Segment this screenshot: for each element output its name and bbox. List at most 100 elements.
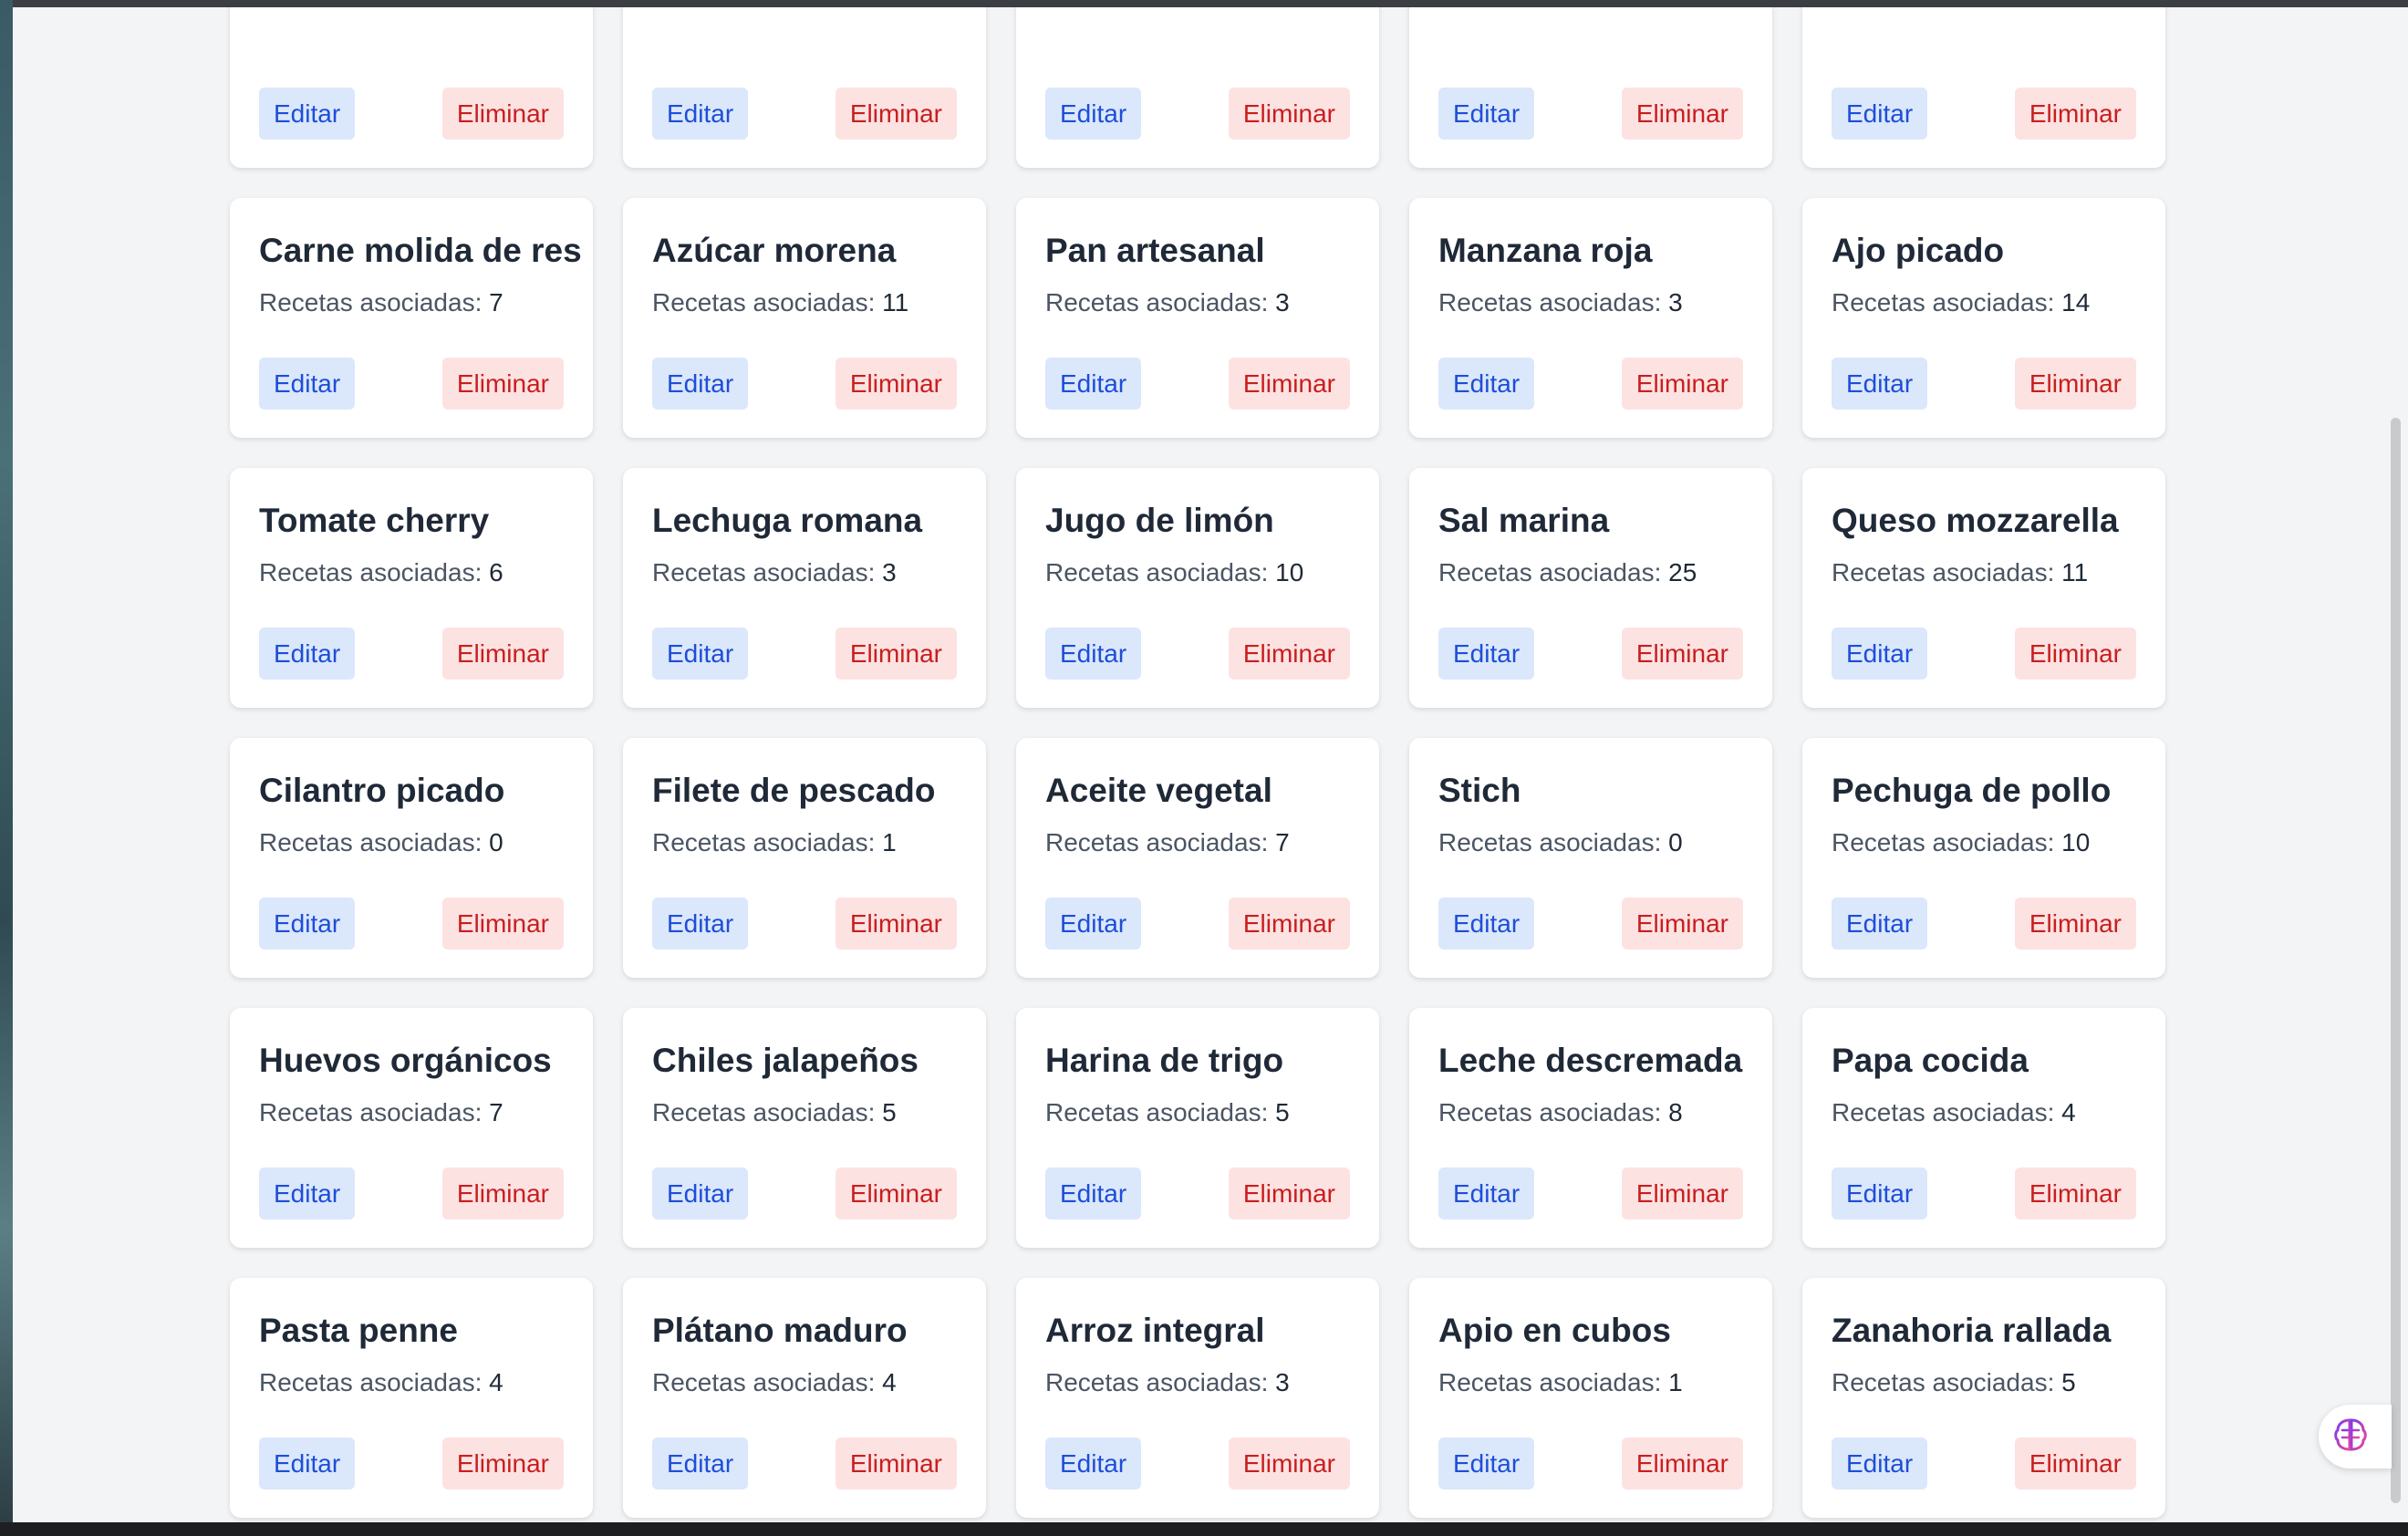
delete-button[interactable]: Eliminar bbox=[2014, 898, 2136, 950]
recipe-count-value: 4 bbox=[2061, 1098, 2076, 1126]
delete-button[interactable]: Eliminar bbox=[835, 898, 957, 950]
edit-button[interactable]: Editar bbox=[259, 358, 356, 410]
edit-button[interactable]: Editar bbox=[1832, 628, 1928, 680]
desktop-background-edge bbox=[0, 0, 13, 1536]
card-actions: Editar Eliminar bbox=[652, 1437, 957, 1489]
recipe-count-value: 5 bbox=[2061, 1368, 2076, 1396]
ingredient-name: Azúcar morena bbox=[652, 232, 897, 269]
delete-button[interactable]: Eliminar bbox=[1621, 88, 1743, 140]
delete-button[interactable]: Eliminar bbox=[1621, 628, 1743, 680]
recipe-count-label: Recetas asociadas: bbox=[1045, 828, 1276, 856]
delete-button[interactable]: Eliminar bbox=[1228, 1168, 1350, 1219]
edit-button[interactable]: Editar bbox=[1832, 88, 1928, 140]
recipe-count-value: 1 bbox=[882, 828, 897, 856]
ingredient-name: Manzana roja bbox=[1438, 232, 1653, 269]
delete-button[interactable]: Eliminar bbox=[1228, 898, 1350, 950]
delete-button[interactable]: Eliminar bbox=[441, 1168, 564, 1219]
vertical-scrollbar[interactable] bbox=[2391, 418, 2401, 1503]
delete-button[interactable]: Eliminar bbox=[1228, 1437, 1350, 1489]
edit-button[interactable]: Editar bbox=[1045, 1168, 1142, 1219]
edit-button[interactable]: Editar bbox=[652, 1168, 749, 1219]
edit-button[interactable]: Editar bbox=[259, 628, 356, 680]
delete-button[interactable]: Eliminar bbox=[835, 88, 957, 140]
edit-button[interactable]: Editar bbox=[259, 898, 356, 950]
recipe-count-value: 1 bbox=[1668, 1368, 1683, 1396]
recipe-count-value: 3 bbox=[1668, 288, 1683, 317]
edit-button[interactable]: Editar bbox=[1438, 1437, 1535, 1489]
delete-button[interactable]: Eliminar bbox=[441, 1437, 564, 1489]
delete-button[interactable]: Eliminar bbox=[1228, 88, 1350, 140]
recipe-count-label: Recetas asociadas: bbox=[1832, 1368, 2062, 1396]
delete-button[interactable]: Eliminar bbox=[441, 358, 564, 410]
delete-button[interactable]: Eliminar bbox=[1621, 1168, 1743, 1219]
delete-button[interactable]: Eliminar bbox=[2014, 1437, 2136, 1489]
recipe-count: Recetas asociadas: 0 bbox=[259, 827, 564, 858]
card-actions: Editar Eliminar bbox=[1832, 88, 2136, 140]
ingredient-card: Huevos orgánicos Recetas asociadas: 7 Edit… bbox=[230, 1008, 593, 1248]
edit-button[interactable]: Editar bbox=[652, 1437, 749, 1489]
recipe-count-label: Recetas asociadas: bbox=[1832, 288, 2062, 317]
recipe-count-label: Recetas asociadas: bbox=[1045, 1098, 1276, 1126]
edit-button[interactable]: Editar bbox=[1832, 358, 1928, 410]
recipe-count-value: 0 bbox=[1668, 828, 1683, 856]
delete-button[interactable]: Eliminar bbox=[1621, 358, 1743, 410]
assistant-floating-button[interactable] bbox=[2319, 1405, 2392, 1469]
delete-button[interactable]: Eliminar bbox=[835, 1437, 957, 1489]
delete-button[interactable]: Eliminar bbox=[441, 88, 564, 140]
delete-button[interactable]: Eliminar bbox=[2014, 628, 2136, 680]
edit-button[interactable]: Editar bbox=[1832, 1437, 1928, 1489]
delete-button[interactable]: Eliminar bbox=[2014, 1168, 2136, 1219]
recipe-count: Recetas asociadas: 8 bbox=[1438, 1097, 1743, 1128]
edit-button[interactable]: Editar bbox=[1438, 1168, 1535, 1219]
delete-button[interactable]: Eliminar bbox=[1228, 358, 1350, 410]
recipe-count: Recetas asociadas: 3 bbox=[1438, 287, 1743, 318]
delete-button[interactable]: Eliminar bbox=[835, 358, 957, 410]
ingredient-name: Pasta penne bbox=[259, 1312, 458, 1349]
delete-button[interactable]: Eliminar bbox=[441, 628, 564, 680]
delete-button[interactable]: Eliminar bbox=[1621, 1437, 1743, 1489]
delete-button[interactable]: Eliminar bbox=[1621, 898, 1743, 950]
edit-button[interactable]: Editar bbox=[1045, 898, 1142, 950]
edit-button[interactable]: Editar bbox=[1045, 628, 1142, 680]
card-actions: Editar Eliminar bbox=[1438, 898, 1743, 950]
card-actions: Editar Eliminar bbox=[1045, 88, 1350, 140]
edit-button[interactable]: Editar bbox=[1832, 898, 1928, 950]
recipe-count-label: Recetas asociadas: bbox=[259, 1098, 490, 1126]
edit-button[interactable]: Editar bbox=[259, 1437, 356, 1489]
ingredient-name: Arroz integral bbox=[1045, 1312, 1265, 1349]
ingredient-card: Queso mozzarella Recetas asociadas: 11 Edi… bbox=[1802, 468, 2165, 708]
card-actions: Editar Eliminar bbox=[1045, 1437, 1350, 1489]
delete-button[interactable]: Eliminar bbox=[2014, 358, 2136, 410]
edit-button[interactable]: Editar bbox=[1438, 358, 1535, 410]
edit-button[interactable]: Editar bbox=[1438, 898, 1535, 950]
delete-button[interactable]: Eliminar bbox=[835, 1168, 957, 1219]
edit-button[interactable]: Editar bbox=[1832, 1168, 1928, 1219]
ingredient-name: Ajo picado bbox=[1832, 232, 2005, 269]
delete-button[interactable]: Eliminar bbox=[441, 898, 564, 950]
recipe-count: Recetas asociadas: 3 bbox=[1045, 287, 1350, 318]
ingredient-card: Carne molida de res Recetas asociadas: 7 E… bbox=[230, 198, 593, 438]
ingredient-card: Cilantro picado Recetas asociadas: 0 Edita… bbox=[230, 738, 593, 978]
delete-button[interactable]: Eliminar bbox=[835, 628, 957, 680]
recipe-count-label: Recetas asociadas: bbox=[259, 1368, 490, 1396]
recipe-count-label: Recetas asociadas: bbox=[1438, 1098, 1669, 1126]
edit-button[interactable]: Editar bbox=[1438, 628, 1535, 680]
edit-button[interactable]: Editar bbox=[652, 358, 749, 410]
card-actions: Editar Eliminar bbox=[1832, 358, 2136, 410]
delete-button[interactable]: Eliminar bbox=[2014, 88, 2136, 140]
edit-button[interactable]: Editar bbox=[1045, 1437, 1142, 1489]
recipe-count-value: 7 bbox=[1275, 828, 1290, 856]
edit-button[interactable]: Editar bbox=[1438, 88, 1535, 140]
edit-button[interactable]: Editar bbox=[259, 88, 356, 140]
edit-button[interactable]: Editar bbox=[652, 628, 749, 680]
ingredient-card: Chiles jalapeños Recetas asociadas: 5 Edit… bbox=[623, 1008, 986, 1248]
edit-button[interactable]: Editar bbox=[1045, 88, 1142, 140]
edit-button[interactable]: Editar bbox=[1045, 358, 1142, 410]
edit-button[interactable]: Editar bbox=[652, 88, 749, 140]
recipe-count: Recetas asociadas: 10 bbox=[1832, 827, 2136, 858]
edit-button[interactable]: Editar bbox=[259, 1168, 356, 1219]
recipe-count: Recetas asociadas: 3 bbox=[652, 557, 957, 588]
ingredient-name: Sal marina bbox=[1438, 502, 1610, 539]
edit-button[interactable]: Editar bbox=[652, 898, 749, 950]
delete-button[interactable]: Eliminar bbox=[1228, 628, 1350, 680]
